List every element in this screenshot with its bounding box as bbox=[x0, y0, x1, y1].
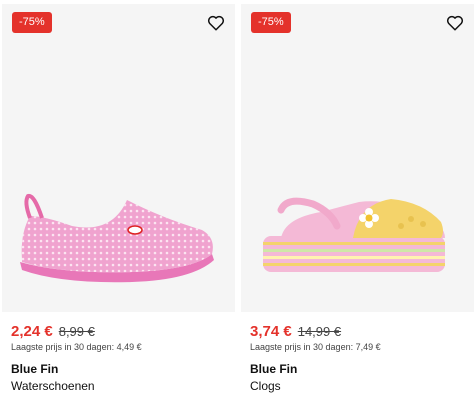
product-name[interactable]: Waterschoenen bbox=[11, 379, 231, 393]
product-image-area[interactable]: -75% bbox=[2, 4, 235, 312]
lowest-price-note: Laagste prijs in 30 dagen: 7,49 € bbox=[250, 342, 381, 352]
heart-icon[interactable] bbox=[207, 14, 225, 32]
original-price: 14,99 € bbox=[297, 324, 342, 339]
product-image-clog[interactable] bbox=[241, 4, 474, 312]
product-image-area[interactable]: -75% bbox=[241, 4, 474, 312]
product-name[interactable]: Clogs bbox=[250, 379, 470, 393]
price-line: 3,74 € 14,99 € bbox=[250, 323, 470, 340]
discount-badge: -75% bbox=[251, 12, 291, 33]
product-image-water-shoe[interactable] bbox=[2, 4, 235, 312]
lowest-price-note: Laagste prijs in 30 dagen: 4,49 € bbox=[11, 342, 142, 352]
product-card-clogs[interactable]: -75% 3,74 € 14,99 € Laagste prijs in 30 … bbox=[241, 0, 474, 420]
product-brand[interactable]: Blue Fin bbox=[11, 362, 231, 376]
product-grid: -75% 2,24 € 8,99 € Laagste prijs in 30 d… bbox=[0, 0, 475, 420]
original-price: 8,99 € bbox=[58, 324, 95, 339]
discount-badge: -75% bbox=[12, 12, 52, 33]
current-price: 2,24 € bbox=[11, 323, 53, 340]
product-card-waterschoenen[interactable]: -75% 2,24 € 8,99 € Laagste prijs in 30 d… bbox=[2, 0, 235, 420]
current-price: 3,74 € bbox=[250, 323, 292, 340]
price-line: 2,24 € 8,99 € bbox=[11, 323, 231, 340]
heart-icon[interactable] bbox=[446, 14, 464, 32]
product-brand[interactable]: Blue Fin bbox=[250, 362, 470, 376]
product-info: 2,24 € 8,99 € Laagste prijs in 30 dagen:… bbox=[11, 323, 231, 393]
product-info: 3,74 € 14,99 € Laagste prijs in 30 dagen… bbox=[250, 323, 470, 393]
